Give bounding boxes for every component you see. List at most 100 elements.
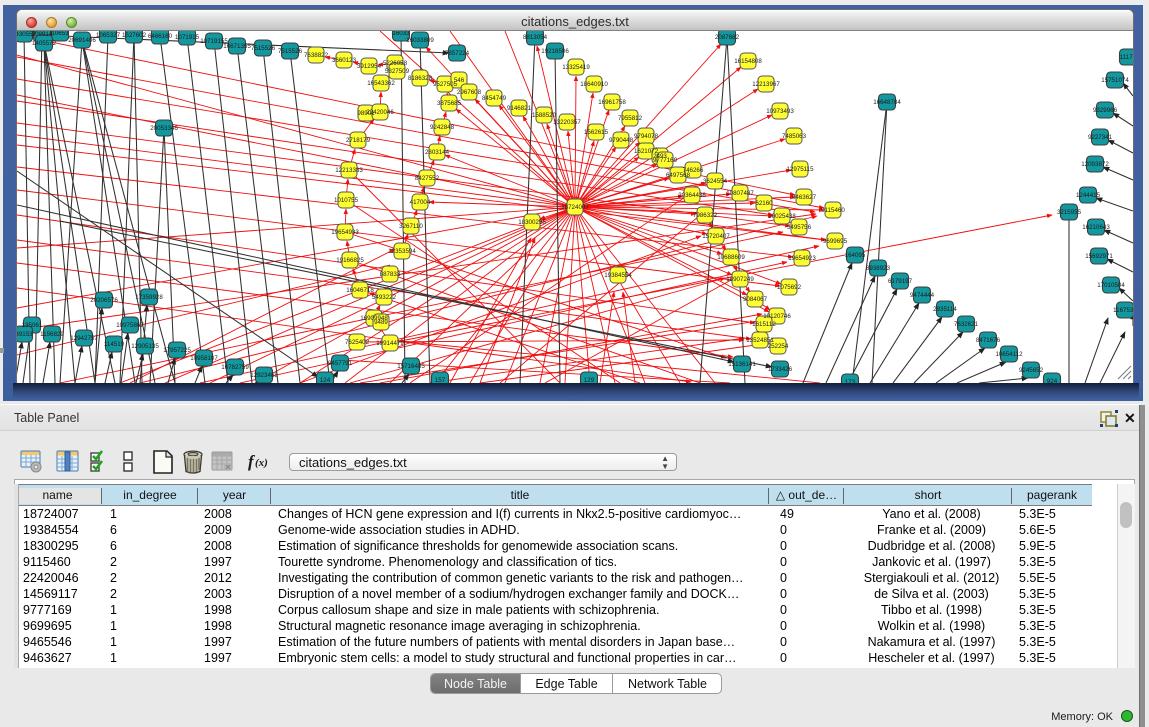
svg-text:8938923: 8938923 (866, 265, 891, 272)
svg-text:20053346: 20053346 (150, 125, 178, 132)
svg-text:9699695: 9699695 (823, 238, 848, 245)
svg-text:19218506: 19218506 (541, 48, 569, 55)
svg-text:9777169: 9777169 (653, 157, 678, 164)
svg-text:62160: 62160 (755, 200, 773, 207)
svg-text:8427552: 8427552 (415, 175, 440, 182)
svg-text:15692971: 15692971 (1085, 253, 1113, 260)
svg-text:9474444: 9474444 (910, 292, 935, 299)
svg-text:2718179: 2718179 (346, 137, 371, 144)
svg-text:8471676: 8471676 (976, 337, 1001, 344)
svg-text:18907249: 18907249 (726, 276, 754, 283)
svg-text:10807487: 10807487 (726, 190, 754, 197)
svg-text:10120746: 10120746 (763, 313, 791, 320)
svg-text:15751074: 15751074 (1101, 77, 1129, 84)
svg-text:15720407: 15720407 (702, 233, 730, 240)
svg-text:114519: 114519 (104, 341, 125, 348)
svg-text:17957225: 17957225 (163, 347, 191, 354)
svg-text:3267110: 3267110 (399, 223, 423, 230)
svg-text:2087682: 2087682 (715, 34, 740, 41)
svg-text:20364436: 20364436 (678, 192, 706, 199)
svg-text:10973493: 10973493 (766, 108, 794, 115)
svg-text:6179197: 6179197 (888, 278, 913, 285)
svg-text:6466160: 6466160 (148, 33, 173, 40)
svg-text:1527602: 1527602 (122, 32, 147, 39)
svg-text:7515526: 7515526 (278, 48, 303, 55)
svg-text:9463627: 9463627 (792, 194, 817, 201)
svg-text:18724007: 18724007 (561, 204, 589, 211)
svg-text:3215955: 3215955 (1057, 209, 1082, 216)
svg-text:9457791: 9457791 (328, 360, 353, 367)
svg-text:20206576: 20206576 (90, 297, 118, 304)
svg-text:9242848: 9242848 (430, 124, 455, 131)
svg-text:8454749: 8454749 (482, 95, 507, 102)
svg-text:3875685: 3875685 (437, 100, 462, 107)
svg-text:5495756: 5495756 (787, 224, 812, 231)
svg-text:887833: 887833 (380, 271, 401, 278)
svg-text:13325419: 13325419 (562, 64, 590, 71)
svg-text:19654933: 19654933 (331, 229, 359, 236)
svg-text:16046718: 16046718 (346, 287, 374, 294)
svg-text:16961758: 16961758 (598, 99, 626, 106)
svg-text:9489: 9489 (374, 319, 388, 326)
svg-text:7485063: 7485063 (782, 133, 807, 140)
svg-text:18640910: 18640910 (580, 81, 608, 88)
svg-text:8186328: 8186328 (408, 75, 433, 82)
svg-text:16154808: 16154808 (734, 58, 762, 65)
svg-text:13220357: 13220357 (553, 119, 581, 126)
svg-text:8813054: 8813054 (523, 34, 548, 41)
svg-text:5827509: 5827509 (385, 68, 410, 75)
svg-text:15716485: 15716485 (397, 363, 425, 370)
svg-text:17359928: 17359928 (135, 294, 163, 301)
svg-text:16033809: 16033809 (406, 37, 434, 44)
svg-text:9084067: 9084067 (743, 296, 768, 303)
svg-text:10958107: 10958107 (190, 355, 218, 362)
svg-text:10975867: 10975867 (116, 322, 144, 329)
svg-text:2803144: 2803144 (425, 149, 450, 156)
svg-text:19914479: 19914479 (376, 340, 404, 347)
svg-text:7955812: 7955812 (618, 115, 643, 122)
svg-text:16543362: 16543362 (367, 80, 395, 87)
svg-text:1075692: 1075692 (777, 284, 802, 291)
svg-text:9790448: 9790448 (609, 137, 634, 144)
svg-text:22420046: 22420046 (366, 109, 394, 116)
svg-text:7625402: 7625402 (345, 339, 370, 346)
svg-text:12975115: 12975115 (786, 166, 814, 173)
svg-text:12213967: 12213967 (752, 81, 780, 88)
svg-text:2967608: 2967608 (457, 89, 482, 96)
svg-text:417004: 417004 (410, 199, 431, 206)
svg-text:1071915: 1071915 (175, 34, 200, 41)
svg-text:10653: 10653 (51, 31, 69, 37)
svg-text:10654112: 10654112 (995, 351, 1023, 358)
svg-text:11173: 11173 (1120, 54, 1133, 61)
svg-text:7857224: 7857224 (445, 50, 470, 57)
svg-text:19384554: 19384554 (604, 272, 632, 279)
svg-text:12905135: 12905135 (131, 343, 159, 350)
svg-text:10025438: 10025438 (768, 213, 796, 220)
svg-text:10688609: 10688609 (717, 254, 745, 261)
svg-text:7638822: 7638822 (304, 52, 329, 59)
svg-text:1405572: 1405572 (32, 40, 57, 47)
svg-text:9227341: 9227341 (1088, 134, 1113, 141)
svg-text:12353594: 12353594 (388, 248, 416, 255)
svg-text:1562615: 1562615 (584, 129, 609, 136)
svg-text:1065327: 1065327 (96, 32, 121, 39)
svg-text:135061: 135061 (22, 322, 43, 329)
svg-text:3624554: 3624554 (703, 178, 728, 185)
svg-text:164095: 164095 (845, 252, 866, 259)
svg-text:9329966: 9329966 (1093, 107, 1118, 114)
svg-text:16671355: 16671355 (223, 43, 251, 50)
svg-text:12942757: 12942757 (70, 335, 98, 342)
svg-text:7515526: 7515526 (251, 45, 276, 52)
svg-text:19654923: 19654923 (788, 255, 816, 262)
svg-text:9794078: 9794078 (634, 133, 659, 140)
svg-text:16648784: 16648784 (873, 99, 901, 106)
svg-text:3912954: 3912954 (357, 63, 382, 70)
svg-text:12923468: 12923468 (250, 372, 278, 379)
svg-text:7632621: 7632621 (954, 321, 979, 328)
svg-text:16782759: 16782759 (221, 364, 249, 371)
svg-text:1244415: 1244415 (1076, 192, 1101, 199)
svg-text:1615112: 1615112 (752, 321, 776, 328)
svg-text:16210643: 16210643 (1082, 224, 1110, 231)
svg-text:12093872: 12093872 (1081, 161, 1109, 168)
svg-text:12213383: 12213383 (335, 167, 363, 174)
